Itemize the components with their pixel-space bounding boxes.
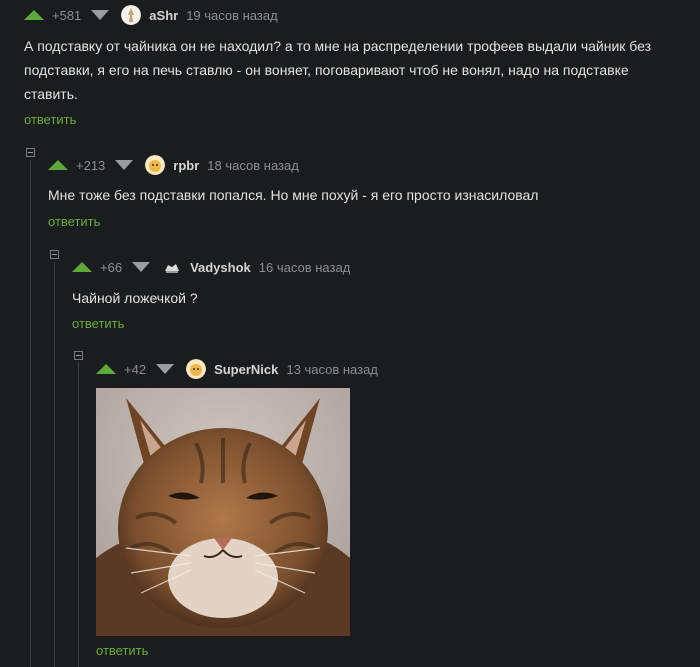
reply-link[interactable]: ответить: [96, 643, 148, 658]
comment-rating: +42: [124, 361, 147, 377]
comment-text: Мне тоже без подставки попался. Но мне п…: [48, 187, 539, 203]
arrow-up-icon[interactable]: [96, 364, 116, 374]
arrow-up-icon[interactable]: [48, 160, 68, 170]
comment-rating: +66: [100, 259, 123, 275]
collapse-toggle[interactable]: [50, 250, 59, 259]
cat-image[interactable]: [96, 388, 350, 636]
username[interactable]: aShr: [149, 8, 178, 23]
username[interactable]: SuperNick: [214, 362, 278, 377]
arrow-down-icon[interactable]: [156, 364, 175, 374]
collapse-toggle[interactable]: [74, 351, 83, 360]
arrow-down-icon[interactable]: [115, 160, 134, 170]
arrow-down-icon[interactable]: [132, 262, 151, 272]
arrow-up-icon[interactable]: [24, 10, 44, 20]
timestamp: 19 часов назад: [186, 7, 278, 23]
comment-header: +581 aShr 19 часов назад: [24, 5, 278, 25]
reply-link[interactable]: ответить: [24, 112, 76, 127]
collapse-toggle[interactable]: [26, 148, 35, 157]
avatar[interactable]: [121, 5, 142, 25]
username[interactable]: rpbr: [173, 158, 199, 173]
comment-rating: +581: [52, 7, 82, 23]
comment-header: +66 Vadyshok 16 часов назад: [72, 257, 350, 277]
thread-line-2[interactable]: [54, 262, 55, 667]
thread-line-1[interactable]: [30, 160, 31, 667]
timestamp: 16 часов назад: [258, 259, 351, 275]
username[interactable]: Vadyshok: [190, 260, 251, 275]
comment-text: А подставку от чайника он не находил? а …: [24, 38, 652, 102]
comment-header: +213 rpbr 18 часов назад: [48, 155, 299, 175]
avatar[interactable]: [186, 359, 207, 379]
arrow-up-icon[interactable]: [72, 262, 92, 272]
comment-text: Чайной ложечкой ?: [72, 290, 198, 306]
timestamp: 13 часов назад: [286, 361, 378, 377]
reply-link[interactable]: ответить: [48, 214, 100, 229]
timestamp: 18 часов назад: [207, 157, 299, 173]
comment-header: +42 SuperNick 13 часов назад: [96, 359, 378, 379]
arrow-down-icon[interactable]: [91, 10, 110, 20]
thread-line-3[interactable]: [78, 362, 79, 667]
reply-link[interactable]: ответить: [72, 316, 124, 331]
comment-rating: +213: [76, 157, 106, 173]
avatar[interactable]: [162, 257, 183, 277]
avatar[interactable]: [145, 155, 166, 175]
